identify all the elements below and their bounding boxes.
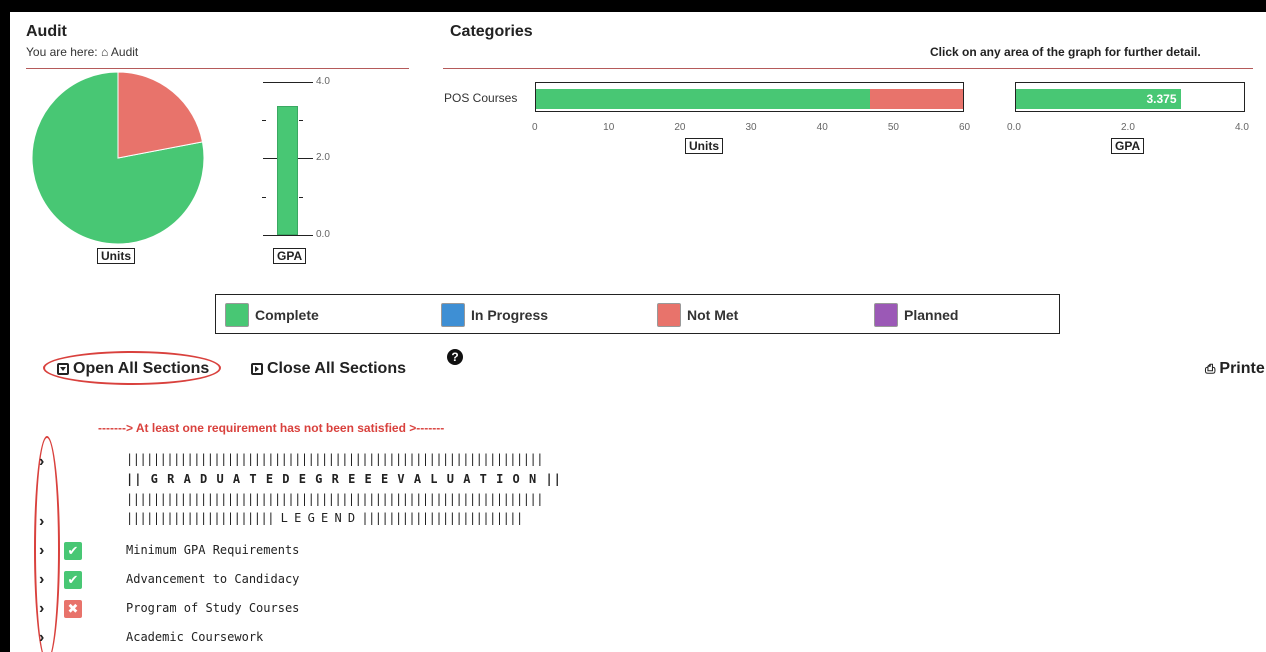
pos-gpa-tick-label: 2.0 — [1121, 122, 1135, 133]
audit-page: Audit You are here: ⌂ Audit Categories C… — [10, 12, 1266, 652]
requirement-label[interactable]: Advancement to Candidacy — [126, 572, 299, 586]
collapse-square-icon — [251, 363, 263, 375]
legend-label-complete: Complete — [255, 307, 319, 323]
home-icon: ⌂ — [100, 45, 109, 59]
categories-divider — [443, 68, 1253, 69]
pos-gpa-bar[interactable]: 3.375 — [1016, 89, 1181, 109]
chevron-column-annotation — [34, 436, 60, 652]
printer-icon: ⎙ — [1205, 361, 1216, 376]
legend-label-in-progress: In Progress — [471, 307, 549, 323]
x-mark-icon: ✖ — [64, 600, 82, 618]
section-toggle-chevron-icon[interactable]: › — [39, 629, 44, 647]
legend-complete: Complete — [225, 303, 319, 327]
gpa-minor-tick — [299, 120, 303, 121]
pos-units-tick-label: 30 — [745, 122, 757, 133]
units-pie-chart[interactable] — [10, 70, 220, 250]
gpa-tick-bottom — [263, 235, 313, 236]
section-toggle-chevron-icon[interactable]: › — [39, 513, 44, 531]
section-toggle-chevron-icon[interactable]: › — [39, 600, 44, 618]
gpa-gauge-label: GPA — [273, 248, 307, 264]
check-icon: ✔ — [64, 571, 82, 589]
pos-units-tick-label: 0 — [532, 122, 538, 133]
breadcrumb: You are here: ⌂ Audit — [26, 45, 138, 59]
gpa-tick-label-0: 0.0 — [316, 229, 330, 240]
graph-hint: Click on any area of the graph for furth… — [930, 45, 1201, 59]
legend-not-met: Not Met — [657, 303, 738, 327]
banner-line: || G R A D U A T E D E G R E E E V A L U… — [126, 472, 562, 486]
pos-gpa-value: 3.375 — [1146, 92, 1177, 106]
pos-gpa-tick-label: 4.0 — [1235, 122, 1249, 133]
gpa-minor-tick — [262, 120, 266, 121]
legend-in-progress: In Progress — [441, 303, 548, 327]
status-legend: Complete In Progress Not Met Planned — [215, 294, 1060, 334]
categories-title: Categories — [450, 23, 533, 40]
close-all-label: Close All Sections — [267, 360, 406, 377]
pos-gpa-axis-label: GPA — [1111, 138, 1145, 154]
gpa-tick-label-2: 2.0 — [316, 152, 330, 163]
gpa-minor-tick — [262, 197, 266, 198]
legend-label-not-met: Not Met — [687, 307, 739, 323]
section-toggle-chevron-icon[interactable]: › — [39, 453, 44, 471]
open-all-sections-button[interactable]: Open All Sections — [57, 360, 209, 378]
pos-units-bar-not-met[interactable] — [870, 89, 963, 109]
legend-swatch-not-met — [657, 303, 681, 327]
pos-category-label: POS Courses — [444, 91, 518, 105]
pos-units-tick-label: 60 — [959, 122, 971, 133]
pos-gpa-tick-label: 0.0 — [1007, 122, 1021, 133]
open-all-label: Open All Sections — [73, 360, 210, 377]
legend-planned: Planned — [874, 303, 958, 327]
banner-line: ||||||||||||||||||||||||||||||||||||||||… — [126, 452, 543, 466]
requirement-label[interactable]: Program of Study Courses — [126, 601, 299, 615]
gpa-tick-top — [263, 82, 313, 83]
pos-units-bar-complete[interactable] — [536, 89, 871, 109]
pie-units-label: Units — [97, 248, 135, 264]
requirement-label[interactable]: Minimum GPA Requirements — [126, 543, 299, 557]
section-toggle-chevron-icon[interactable]: › — [39, 571, 44, 589]
gpa-gauge-bar[interactable] — [277, 105, 298, 235]
pos-units-axis-label: Units — [685, 138, 723, 154]
pos-units-tick-label: 40 — [816, 122, 828, 133]
breadcrumb-audit-link[interactable]: Audit — [111, 45, 138, 59]
requirement-label[interactable]: Academic Coursework — [126, 630, 263, 644]
requirement-warning: -------> At least one requirement has no… — [98, 421, 445, 435]
pos-gpa-chart-frame: 3.375 — [1015, 82, 1245, 112]
help-icon[interactable]: ? — [447, 349, 463, 365]
audit-divider — [26, 68, 409, 69]
banner-line: |||||||||||||||||||||| L E G E N D |||||… — [126, 511, 523, 525]
section-toggle-chevron-icon[interactable]: › — [39, 542, 44, 560]
gpa-tick-label-4: 4.0 — [316, 76, 330, 87]
banner-line: ||||||||||||||||||||||||||||||||||||||||… — [126, 492, 543, 506]
gpa-minor-tick — [299, 197, 303, 198]
legend-label-planned: Planned — [904, 307, 959, 323]
audit-title: Audit — [26, 23, 67, 40]
pos-units-tick-label: 20 — [674, 122, 686, 133]
print-button[interactable]: ⎙ Printe — [1205, 360, 1265, 378]
breadcrumb-prefix: You are here: — [26, 45, 98, 59]
legend-swatch-in-progress — [441, 303, 465, 327]
pos-units-tick-label: 10 — [603, 122, 615, 133]
pos-units-chart-frame — [535, 82, 964, 112]
check-icon: ✔ — [64, 542, 82, 560]
close-all-sections-button[interactable]: Close All Sections — [251, 360, 406, 378]
print-label: Printe — [1219, 360, 1265, 377]
expand-square-icon — [57, 363, 69, 375]
legend-swatch-complete — [225, 303, 249, 327]
legend-swatch-planned — [874, 303, 898, 327]
pos-units-tick-label: 50 — [887, 122, 899, 133]
